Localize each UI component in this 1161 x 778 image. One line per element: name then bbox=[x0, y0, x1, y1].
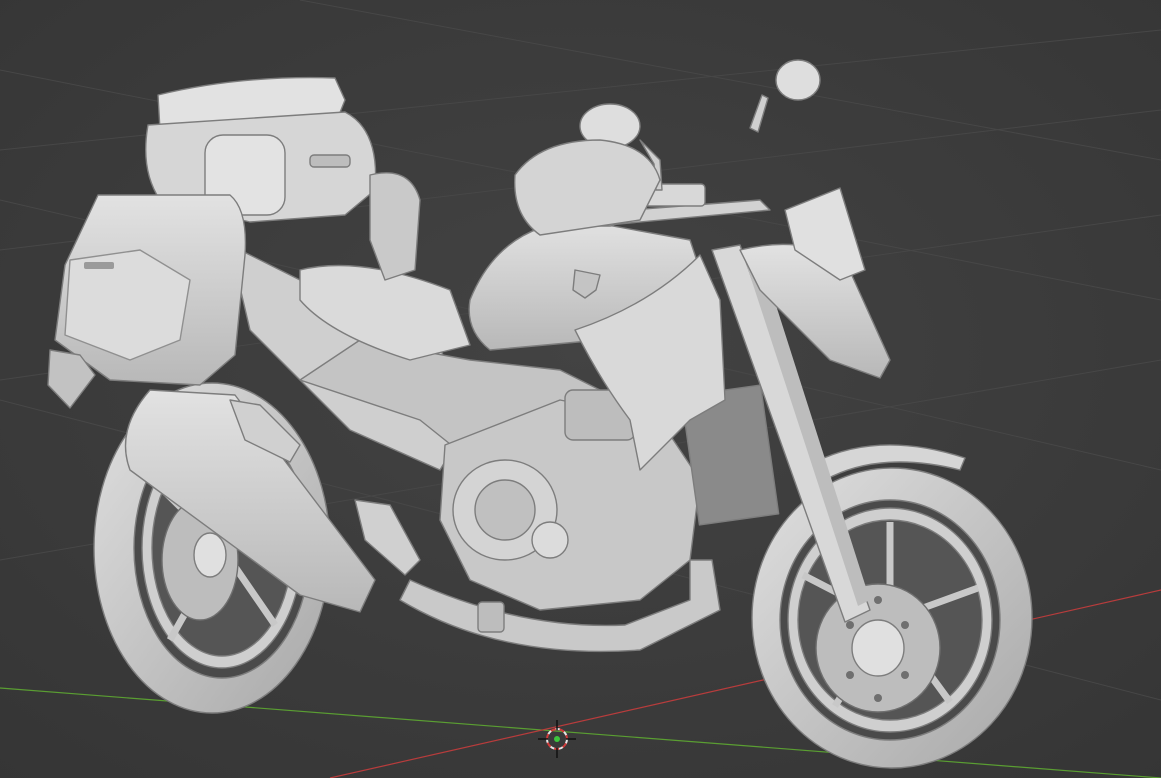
mirror-right bbox=[775, 59, 821, 101]
tank-bag bbox=[514, 139, 661, 236]
3d-viewport[interactable] bbox=[0, 0, 1161, 778]
oil-filter bbox=[477, 601, 505, 633]
pannier-badge bbox=[84, 262, 114, 269]
front-wheel bbox=[751, 467, 1033, 769]
viewport-canvas[interactable] bbox=[0, 0, 1161, 778]
